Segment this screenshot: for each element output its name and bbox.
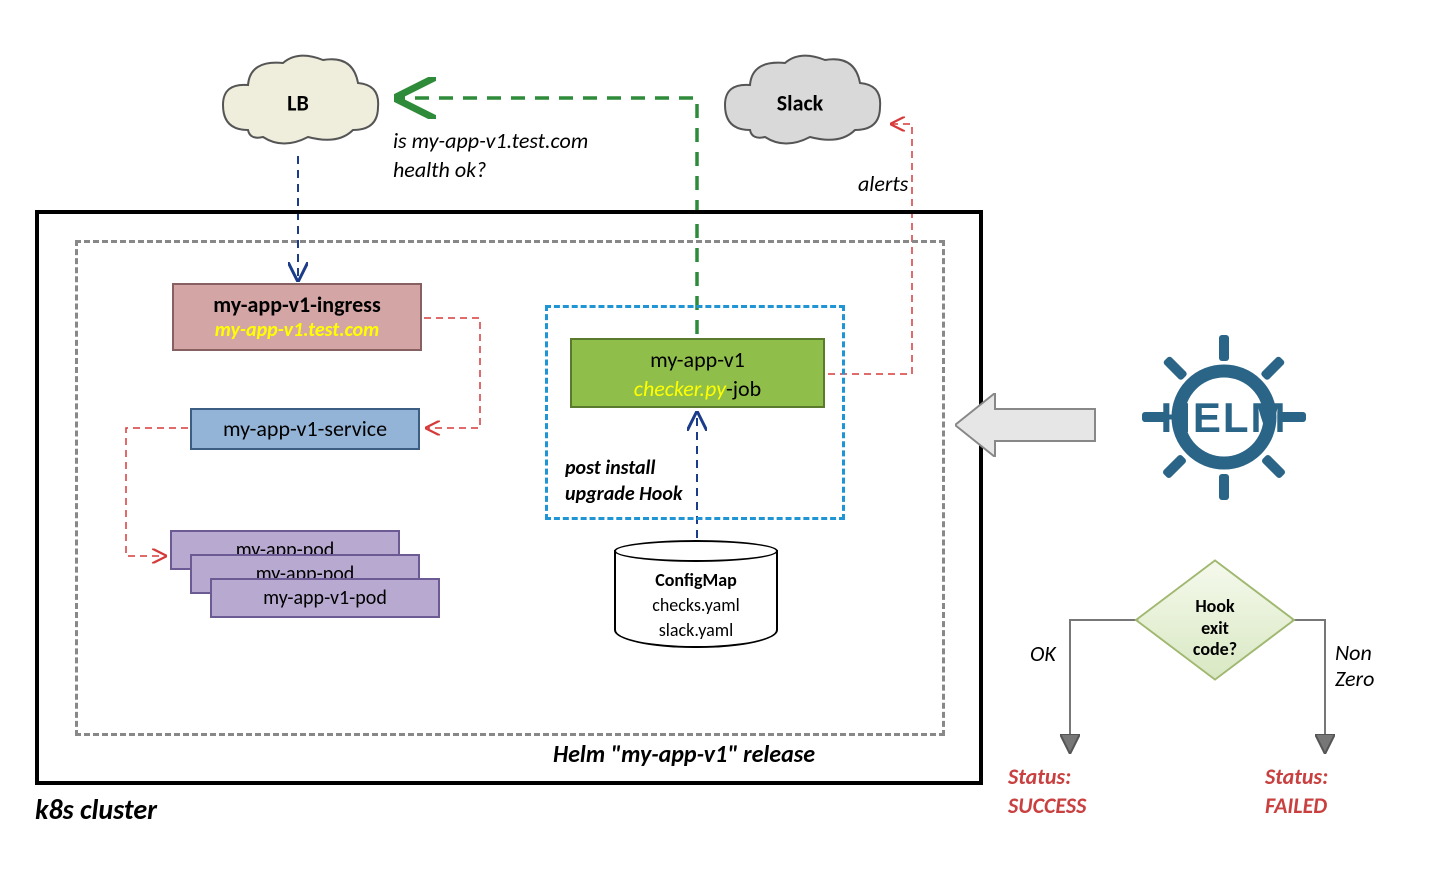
job-suffix: -job: [726, 375, 761, 402]
job-app: my-app-v1: [578, 346, 817, 375]
job-script: checker.py: [634, 375, 726, 402]
branch-ok-label: OK: [1030, 640, 1056, 667]
helm-to-cluster-arrow: [955, 393, 1105, 462]
slack-label: Slack: [777, 89, 823, 116]
status-failed: Status:FAILED: [1265, 763, 1328, 820]
status-success: Status:SUCCESS: [1008, 763, 1086, 820]
cluster-label: k8s cluster: [35, 792, 157, 827]
helm-release-label: Helm "my-app-v1" release: [553, 740, 815, 769]
decision-diamond: Hook exit code?: [1135, 550, 1295, 690]
configmap-cylinder: ConfigMap checks.yaml slack.yaml: [614, 540, 778, 658]
health-question-label: is my-app-v1.test.com health ok?: [393, 127, 588, 184]
branch-nonzero-label: NonZero: [1335, 640, 1374, 693]
checker-job-box: my-app-v1 checker.py-job: [570, 338, 825, 408]
ingress-title: my-app-v1-ingress: [180, 291, 414, 318]
decision-label: Hook exit code?: [1135, 596, 1295, 661]
slack-cloud: Slack: [710, 45, 890, 160]
ingress-box: my-app-v1-ingress my-app-v1.test.com: [172, 283, 422, 351]
hook-label: post install upgrade Hook: [565, 455, 682, 507]
service-box: my-app-v1-service: [190, 408, 420, 450]
pod-box-3: my-app-v1-pod: [210, 578, 440, 618]
helm-logo: HELM: [1095, 325, 1353, 510]
configmap-text: ConfigMap checks.yaml slack.yaml: [614, 568, 778, 644]
ingress-host: my-app-v1.test.com: [180, 318, 414, 342]
job-line-2: checker.py-job: [578, 375, 817, 404]
lb-label: LB: [287, 89, 309, 116]
lb-cloud: LB: [208, 45, 388, 160]
alerts-label: alerts: [858, 170, 908, 197]
svg-text:HELM: HELM: [1161, 394, 1288, 441]
